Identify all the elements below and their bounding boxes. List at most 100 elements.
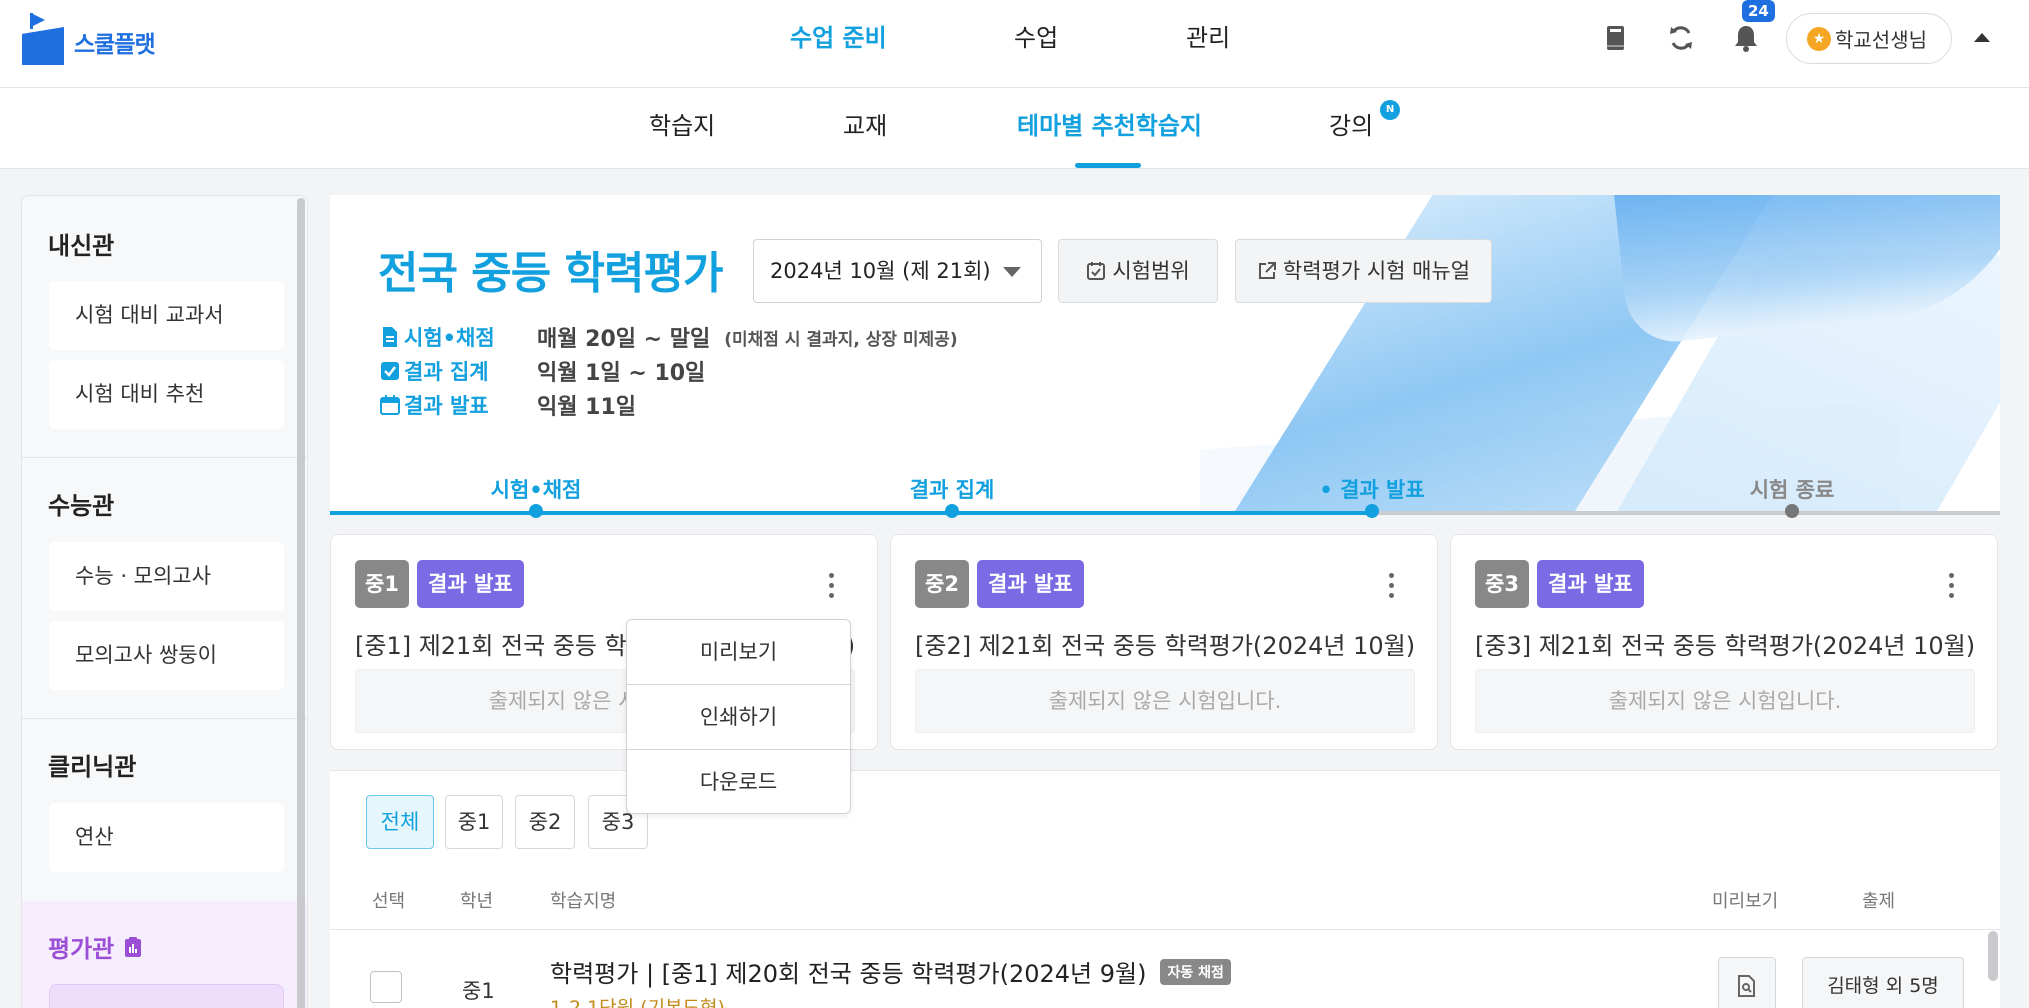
exam-manual-label: 학력평가 시험 매뉴얼: [1282, 259, 1471, 283]
sidebar-item-exam-recommend[interactable]: 시험 대비 추천: [49, 360, 284, 429]
user-name: 학교선생님: [1835, 28, 1927, 52]
card-title: [중2] 제21회 전국 중등 학력평가(2024년 10월): [915, 632, 1416, 660]
row-title-text: 학력평가 | [중1] 제20회 전국 중등 학력평가(2024년 9월): [550, 960, 1147, 988]
active-tab-indicator: [1075, 163, 1141, 168]
grade-tag: 중3: [1475, 560, 1529, 608]
row-checkbox[interactable]: [370, 971, 402, 1003]
status-badge: 결과 발표: [977, 560, 1084, 608]
exam-manual-button[interactable]: 학력평가 시험 매뉴얼: [1235, 239, 1492, 303]
main-nav-lesson-prep[interactable]: 수업 준비: [790, 0, 887, 76]
menu-item-preview[interactable]: 미리보기: [627, 620, 850, 685]
column-header-select: 선택: [372, 891, 406, 912]
sidebar-divider: [22, 718, 307, 719]
more-vertical-icon[interactable]: [829, 573, 835, 599]
notification-count-badge: 24: [1742, 0, 1775, 22]
sidebar-section-title: 수능관: [48, 492, 115, 520]
sidebar-section-title: 클리닉관: [48, 753, 137, 781]
timeline-step-label: 시험 종료: [1749, 478, 1835, 502]
sidebar-scrollbar[interactable]: [297, 198, 305, 1008]
sidebar-item-eval[interactable]: [49, 984, 284, 1008]
sidebar-item-suneung-mock[interactable]: 수능 · 모의고사: [49, 542, 284, 611]
refresh-icon[interactable]: [1661, 18, 1701, 58]
tab-textbook[interactable]: 교재: [843, 88, 887, 169]
column-header-preview: 미리보기: [1712, 891, 1779, 912]
column-header-grade: 학년: [460, 891, 494, 912]
schedule-label: 시험•채점: [380, 322, 530, 352]
preview-button[interactable]: [1718, 957, 1776, 1008]
table-header-divider: [330, 929, 2000, 930]
filter-grade-2[interactable]: 중2: [515, 795, 575, 849]
tab-lecture[interactable]: 강의: [1329, 88, 1373, 169]
tab-theme-recommended[interactable]: 테마별 추천학습지: [1017, 88, 1202, 169]
schedule-row: 결과 집계 익월 1일 ~ 10일: [380, 355, 705, 387]
header-icons: 24: [1596, 0, 1791, 58]
status-badge: 결과 발표: [1537, 560, 1644, 608]
card-title: [중3] 제21회 전국 중등 학력평가(2024년 10월): [1475, 632, 1976, 660]
card-empty-state: 출제되지 않은 시험입니다.: [1475, 669, 1975, 733]
filter-all[interactable]: 전체: [366, 795, 434, 849]
schedule-label: 결과 발표: [380, 390, 530, 420]
exam-card: 중2 결과 발표 [중2] 제21회 전국 중등 학력평가(2024년 10월)…: [890, 534, 1438, 750]
calendar-check-icon: [1087, 262, 1106, 280]
list-scrollbar[interactable]: [1988, 931, 1998, 981]
caret-up-icon[interactable]: [1974, 33, 1990, 42]
schedule-row: 시험•채점 매월 20일 ~ 말일 (미채점 시 결과지, 상장 미제공): [380, 321, 958, 353]
schedule-row: 결과 발표 익월 11일: [380, 389, 636, 421]
round-select-value: 2024년 10월 (제 21회): [770, 259, 991, 283]
main-nav-lesson[interactable]: 수업: [1014, 0, 1058, 76]
more-vertical-icon[interactable]: [1949, 573, 1955, 599]
auto-grade-badge: 자동 채점: [1160, 958, 1231, 985]
exam-range-label: 시험범위: [1112, 259, 1190, 283]
star-icon: ★: [1807, 26, 1831, 51]
timeline-dot: [945, 504, 959, 518]
timeline-step-label: 시험•채점: [490, 478, 582, 502]
column-header-assign: 출제: [1862, 891, 1896, 912]
more-vertical-icon[interactable]: [1389, 573, 1395, 599]
row-grade: 중1: [462, 979, 495, 1003]
checkbox-icon: [381, 362, 399, 380]
schedule-value: 익월 11일: [537, 395, 636, 420]
status-badge: 결과 발표: [417, 560, 524, 608]
top-bar: 스쿨플랫 수업 준비 수업 관리 24 ★ 학교선생님: [0, 0, 2029, 88]
sidebar-section-title: 내신관: [48, 232, 115, 260]
sidebar-eval-title[interactable]: 평가관: [48, 929, 144, 964]
filter-grade-1[interactable]: 중1: [445, 795, 503, 849]
sidebar-divider: [22, 457, 307, 458]
sidebar: 내신관 시험 대비 교과서 시험 대비 추천 수능관 수능 · 모의고사 모의고…: [21, 195, 308, 1008]
round-select[interactable]: 2024년 10월 (제 21회): [753, 239, 1042, 303]
assign-button[interactable]: 김태형 외 5명: [1802, 957, 1964, 1008]
row-subtitle: 1-2 1단원 (기본도형): [550, 997, 725, 1008]
schedule-note: (미채점 시 결과지, 상장 미제공): [724, 329, 958, 350]
bell-icon[interactable]: 24: [1726, 0, 1775, 58]
timeline-progress: [330, 511, 1372, 515]
exam-card: 중3 결과 발표 [중3] 제21회 전국 중등 학력평가(2024년 10월)…: [1450, 534, 1998, 750]
page-title: 전국 중등 학력평가: [378, 248, 723, 299]
sidebar-item-arithmetic[interactable]: 연산: [49, 803, 284, 872]
row-title[interactable]: 학력평가 | [중1] 제20회 전국 중등 학력평가(2024년 9월) 자동…: [550, 954, 1231, 989]
schedule-value: 익월 1일 ~ 10일: [537, 361, 706, 386]
sub-nav: 학습지 교재 테마별 추천학습지 강의 N: [0, 88, 2029, 169]
sidebar-item-exam-textbook[interactable]: 시험 대비 교과서: [49, 281, 284, 350]
book-icon[interactable]: [1596, 18, 1636, 58]
sidebar-item-mock-twin[interactable]: 모의고사 쌍둥이: [49, 621, 284, 690]
sidebar-section-title: 평가관: [48, 935, 115, 963]
card-context-menu: 미리보기 인쇄하기 다운로드: [626, 619, 851, 814]
menu-item-download[interactable]: 다운로드: [627, 750, 850, 815]
logo[interactable]: 스쿨플랫: [22, 13, 156, 65]
card-empty-state: 출제되지 않은 시험입니다.: [915, 669, 1415, 733]
grade-tag: 중2: [915, 560, 969, 608]
calendar-icon: [380, 395, 400, 415]
grade-tag: 중1: [355, 560, 409, 608]
external-link-icon: [1258, 262, 1276, 279]
schedule-label: 결과 집계: [380, 356, 530, 386]
exam-range-button[interactable]: 시험범위: [1058, 239, 1218, 303]
timeline-dot: [1365, 504, 1379, 518]
menu-item-print[interactable]: 인쇄하기: [627, 685, 850, 750]
hero-banner: 전국 중등 학력평가 2024년 10월 (제 21회) 시험범위 학력평가 시…: [330, 195, 2000, 515]
chevron-down-icon: [1003, 267, 1021, 277]
tab-worksheet[interactable]: 학습지: [649, 88, 715, 169]
clipboard-chart-icon: [125, 936, 142, 957]
main-nav-manage[interactable]: 관리: [1186, 0, 1230, 76]
timeline-step-label: 결과 집계: [909, 478, 995, 502]
user-menu-button[interactable]: ★ 학교선생님: [1786, 13, 1952, 64]
